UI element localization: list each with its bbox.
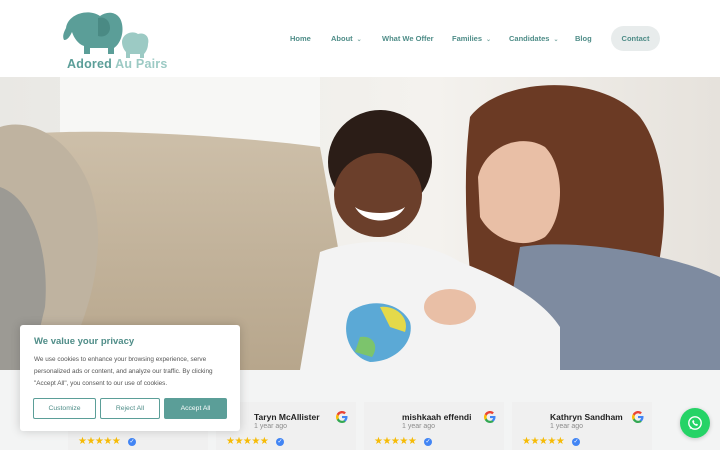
- nav-item-families[interactable]: Families ⌄: [452, 34, 491, 43]
- star-rating: ★★★★★: [522, 436, 565, 447]
- button-label: Accept All: [180, 405, 211, 412]
- chevron-down-icon: ⌄: [553, 37, 559, 43]
- chevron-down-icon: ⌄: [486, 37, 492, 43]
- review-card: mishkaah effendi 1 year ago ★★★★★ ✓: [364, 402, 504, 450]
- chevron-down-icon: ⌄: [356, 37, 362, 43]
- star-rating: ★★★★★: [374, 436, 417, 447]
- nav-label: Home: [290, 34, 311, 43]
- contact-button[interactable]: Contact: [611, 26, 660, 51]
- reviewer-name: mishkaah effendi: [402, 412, 472, 422]
- nav-label: Families: [452, 34, 483, 43]
- accept-all-button[interactable]: Accept All: [164, 398, 227, 419]
- nav-item-candidates[interactable]: Candidates ⌄: [509, 34, 558, 43]
- star-rating: ★★★★★: [226, 436, 269, 447]
- avatar: [524, 410, 546, 432]
- verified-icon: ✓: [424, 438, 432, 446]
- verified-icon: ✓: [128, 438, 136, 446]
- nav-label: Candidates: [509, 34, 550, 43]
- cookie-title: We value your privacy: [34, 336, 135, 347]
- nav-label: What We Offer: [382, 34, 434, 43]
- reviewer-name: Taryn McAllister: [254, 412, 320, 422]
- brand-name[interactable]: Adored Au Pairs: [67, 57, 168, 71]
- star-rating: ★★★★★: [78, 436, 121, 447]
- brand-name-part1: Adored: [67, 57, 112, 71]
- review-card: Kathryn Sandham 1 year ago ★★★★★ ✓: [512, 402, 652, 450]
- brand-name-part2: Au Pairs: [115, 57, 168, 71]
- site-header: Adored Au Pairs Home About ⌄ What We Offe…: [0, 0, 720, 77]
- nav-label: About: [331, 34, 353, 43]
- nav-item-what-we-offer[interactable]: What We Offer: [382, 34, 434, 43]
- reject-all-button[interactable]: Reject All: [100, 398, 160, 419]
- review-time: 1 year ago: [254, 423, 288, 430]
- button-label: Customize: [48, 405, 81, 412]
- whatsapp-button[interactable]: [680, 408, 710, 438]
- google-icon: [632, 411, 644, 423]
- review-time: 1 year ago: [550, 423, 584, 430]
- nav-item-about[interactable]: About ⌄: [331, 34, 362, 43]
- nav-item-home[interactable]: Home: [290, 34, 311, 43]
- nav-item-blog[interactable]: Blog: [575, 34, 592, 43]
- verified-icon: ✓: [276, 438, 284, 446]
- cookie-body: We use cookies to enhance your browsing …: [34, 356, 213, 387]
- google-icon: [336, 411, 348, 423]
- avatar: [376, 410, 398, 432]
- google-icon: [484, 411, 496, 423]
- review-time: 1 year ago: [402, 423, 436, 430]
- verified-icon: ✓: [572, 438, 580, 446]
- customize-button[interactable]: Customize: [33, 398, 96, 419]
- reviewer-name: Kathryn Sandham: [550, 412, 623, 422]
- button-label: Reject All: [115, 405, 145, 412]
- contact-label: Contact: [621, 34, 650, 43]
- whatsapp-icon: [688, 416, 702, 430]
- nav-label: Blog: [575, 34, 592, 43]
- cookie-consent-dialog: We value your privacy We use cookies to …: [20, 325, 240, 431]
